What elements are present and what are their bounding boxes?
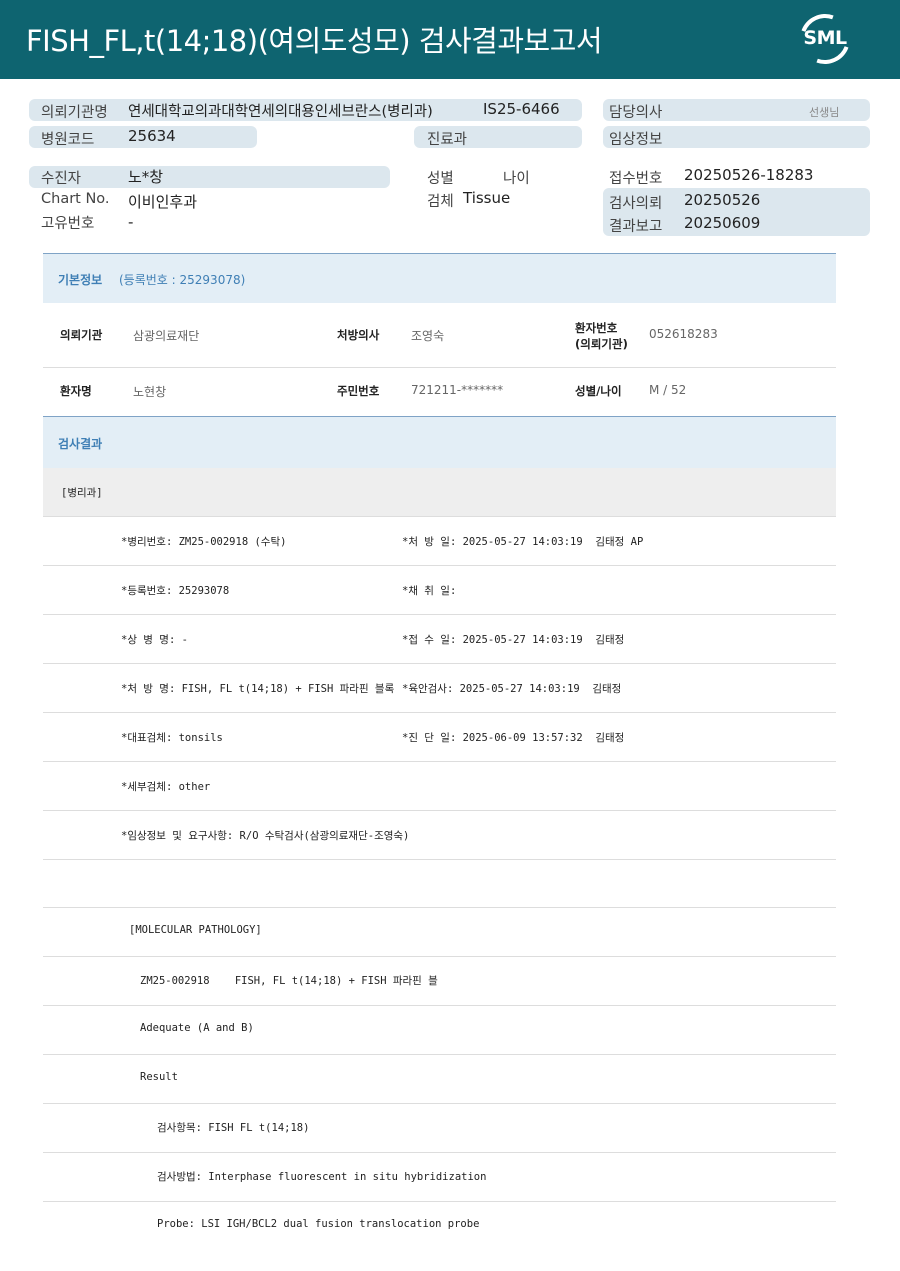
report-header: FISH_FL,t(14;18)(여의도성모) 검사결과보고서 SML	[0, 0, 900, 79]
divider	[43, 516, 836, 517]
result-row-right: *접 수 일: 2025-05-27 14:03:19 김태정	[402, 634, 625, 646]
report-title: FISH_FL,t(14;18)(여의도성모) 검사결과보고서	[26, 24, 603, 58]
receipt-no-value: 20250526-18283	[684, 166, 814, 184]
test-method: 검사방법: Interphase fluorescent in situ hyb…	[157, 1171, 487, 1183]
clinical-info-label: 임상정보	[609, 132, 663, 148]
chart-value: 이비인후과	[128, 193, 198, 211]
prescriber-label: 처방의사	[337, 328, 380, 342]
requesting-org-label: 의뢰기관명	[41, 105, 108, 121]
divider	[43, 1201, 836, 1202]
hospital-code-label: 병원코드	[41, 132, 95, 148]
rrn-label: 주민번호	[337, 384, 380, 398]
request-code: IS25-6466	[483, 100, 560, 118]
result-label: Result	[140, 1071, 178, 1083]
adequate-line: Adequate (A and B)	[140, 1022, 254, 1034]
sex-label: 성별	[427, 171, 454, 187]
divider	[43, 565, 836, 566]
logo-text: SML	[803, 27, 847, 49]
result-row-left: *처 방 명: FISH, FL t(14;18) + FISH 파라핀 블록	[121, 683, 395, 695]
divider	[43, 956, 836, 957]
requesting-org-value: 연세대학교의과대학연세의대용인세브란스(병리과)	[128, 104, 433, 120]
results-title: 검사결과	[58, 437, 103, 451]
sml-logo: SML	[791, 5, 859, 73]
org-label: 의뢰기관	[60, 328, 103, 342]
dept-section-label: [병리과]	[61, 487, 103, 499]
divider	[43, 614, 836, 615]
result-row-right: *진 단 일: 2025-06-09 13:57:32 김태정	[402, 732, 625, 744]
prescriber-value: 조영숙	[411, 329, 445, 343]
patient-no-label: 환자번호	[575, 321, 618, 335]
patient-pill	[29, 166, 390, 188]
divider	[43, 663, 836, 664]
patient-no-sublabel: (의뢰기관)	[575, 337, 628, 351]
sex-age-value: M / 52	[649, 383, 687, 397]
divider	[43, 367, 836, 368]
test-request-label: 검사의뢰	[609, 196, 663, 212]
unique-no-label: 고유번호	[41, 216, 95, 232]
divider	[43, 859, 836, 860]
rrn-value: 721211-*******	[411, 383, 504, 397]
result-row-left: *상 병 명: -	[121, 634, 188, 646]
doctor-suffix: 선생님	[809, 106, 840, 119]
specimen-label: 검체	[427, 194, 454, 210]
mol-title: [MOLECULAR PATHOLOGY]	[129, 924, 262, 936]
divider	[43, 1152, 836, 1153]
divider	[43, 712, 836, 713]
result-row-left: *임상정보 및 요구사항: R/O 수탁검사(삼광의료재단-조영숙)	[121, 830, 410, 842]
doctor-label: 담당의사	[609, 105, 663, 121]
chart-label: Chart No.	[41, 191, 110, 207]
patient-label: 수진자	[41, 171, 82, 187]
divider	[43, 761, 836, 762]
result-report-label: 결과보고	[609, 219, 663, 235]
result-row-left: *병리번호: ZM25-002918 (수탁)	[121, 536, 287, 548]
results-header: 검사결과	[43, 416, 836, 468]
hospital-code-value: 25634	[128, 127, 176, 145]
divider	[43, 1054, 836, 1055]
divider	[43, 1005, 836, 1006]
dept-label: 진료과	[427, 132, 468, 148]
divider	[43, 810, 836, 811]
result-row-right: *처 방 일: 2025-05-27 14:03:19 김태정 AP	[402, 536, 644, 548]
basic-info-title: 기본정보	[58, 273, 103, 287]
unique-no-value: -	[128, 213, 134, 231]
result-row-right: *채 취 일:	[402, 585, 457, 597]
mol-line: ZM25-002918 FISH, FL t(14;18) + FISH 파라핀…	[140, 975, 438, 987]
result-row-left: *등록번호: 25293078	[121, 585, 230, 597]
basic-info-reg-note: (등록번호 : 25293078)	[119, 273, 246, 287]
probe-line: Probe: LSI IGH/BCL2 dual fusion transloc…	[157, 1218, 480, 1230]
age-label: 나이	[503, 171, 530, 187]
result-row-left: *세부검체: other	[121, 781, 211, 793]
test-request-value: 20250526	[684, 191, 761, 209]
divider	[43, 907, 836, 908]
specimen-value: Tissue	[463, 189, 511, 207]
receipt-no-label: 접수번호	[609, 171, 663, 187]
test-item: 검사항목: FISH FL t(14;18)	[157, 1122, 310, 1134]
dept-bar	[43, 468, 836, 516]
basic-info-header: 기본정보 (등록번호 : 25293078)	[43, 253, 836, 303]
name-value: 노현창	[133, 385, 167, 399]
result-report-value: 20250609	[684, 214, 761, 232]
patient-no-value: 052618283	[649, 327, 718, 341]
patient-value: 노*창	[128, 168, 164, 186]
org-value: 삼광의료재단	[133, 329, 200, 343]
result-row-right: *육안검사: 2025-05-27 14:03:19 김태정	[402, 683, 622, 695]
result-row-left: *대표검체: tonsils	[121, 732, 223, 744]
name-label: 환자명	[60, 384, 92, 398]
sex-age-label: 성별/나이	[575, 384, 622, 398]
divider	[43, 1103, 836, 1104]
